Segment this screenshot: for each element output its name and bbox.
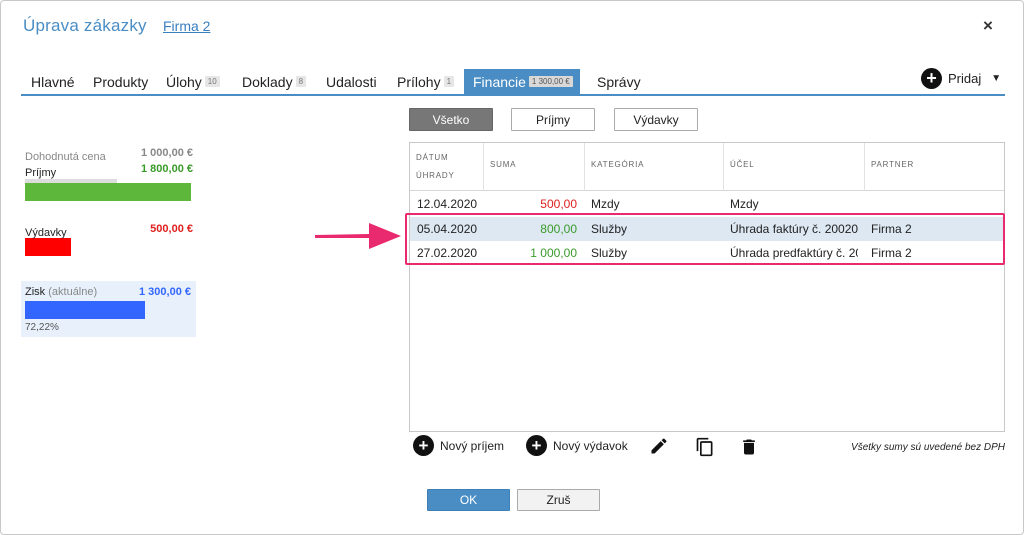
edit-pencil-icon[interactable] [649, 436, 669, 456]
profit-label: Zisk [25, 286, 46, 298]
new-income-button[interactable]: + Nový príjem [413, 435, 504, 456]
tab-hlavne[interactable]: Hlavné [31, 69, 75, 94]
cell-date: 12.04.2020 [417, 197, 478, 211]
dialog: Úprava zákazky Firma 2 × Hlavné Produkty… [0, 0, 1024, 535]
profit-percent: 72,22% [25, 322, 59, 333]
plus-circle-icon: + [921, 67, 942, 89]
tab-prilohy[interactable]: Prílohy 1 [397, 69, 455, 94]
copy-icon[interactable] [695, 436, 715, 458]
add-menu-label: Pridaj [948, 70, 982, 86]
column-header-amount[interactable]: SUMA [484, 143, 585, 191]
new-income-label: Nový príjem [440, 438, 505, 453]
filter-income-button[interactable]: Príjmy [511, 108, 595, 131]
column-header-purpose[interactable]: ÚČEL [724, 143, 865, 191]
income-label: Príjmy [25, 167, 57, 179]
tab-label: Produkty [93, 74, 149, 90]
tab-label: Úlohy [166, 74, 202, 90]
tab-produkty[interactable]: Produkty [93, 69, 148, 94]
add-menu-button[interactable]: + Pridaj ▼ [921, 67, 1001, 89]
grid-toolbar: + Nový príjem + Nový výdavok Všetky sumy… [411, 435, 1005, 459]
tab-label: Prílohy [397, 74, 441, 90]
column-header-category[interactable]: KATEGÓRIA [585, 143, 724, 191]
tab-financie[interactable]: Financie 1 300,00 € [464, 69, 580, 94]
column-header-date-line2: ÚHRADY [416, 171, 455, 180]
tab-label: Financie [473, 74, 526, 90]
plus-circle-icon: + [413, 435, 434, 456]
agreed-price-bar [25, 179, 117, 183]
grid-header: DÁTUM ÚHRADY SUMA KATEGÓRIA ÚČEL PARTNER [410, 143, 1004, 191]
tab-bar: Hlavné Produkty Úlohy 10 Doklady 8 Udalost… [21, 69, 1005, 96]
tab-label: Hlavné [31, 74, 75, 90]
plus-circle-icon: + [526, 435, 547, 456]
delete-trash-icon[interactable] [739, 436, 759, 458]
tab-badge: 1 300,00 € [528, 76, 573, 87]
tab-spravy[interactable]: Správy [597, 69, 641, 94]
profit-box: Zisk (aktuálne) 1 300,00 € 72,22% [21, 281, 196, 337]
new-expense-label: Nový výdavok [553, 438, 628, 453]
profit-bar [25, 301, 145, 319]
agreed-price-label: Dohodnutá cena [25, 151, 106, 163]
agreed-price-value: 1 000,00 € [141, 147, 193, 159]
close-icon[interactable]: × [983, 16, 993, 36]
tab-label: Správy [597, 74, 641, 90]
vat-note: Všetky sumy sú uvedené bez DPH [851, 442, 1005, 453]
tab-badge: 1 [443, 76, 455, 87]
annotation-highlight [405, 213, 1005, 265]
tab-badge: 10 [204, 76, 220, 87]
filter-all-button[interactable]: Všetko [409, 108, 493, 131]
cancel-button[interactable]: Zruš [517, 489, 600, 511]
transactions-grid: DÁTUM ÚHRADY SUMA KATEGÓRIA ÚČEL PARTNER… [409, 142, 1005, 432]
profit-value: 1 300,00 € [139, 286, 191, 298]
column-header-partner[interactable]: PARTNER [865, 143, 1004, 191]
tab-label: Udalosti [326, 74, 377, 90]
profit-sublabel: (aktuálne) [48, 286, 98, 298]
income-bar [25, 183, 191, 201]
expense-bar [25, 238, 71, 256]
tab-udalosti[interactable]: Udalosti [326, 69, 377, 94]
new-expense-button[interactable]: + Nový výdavok [526, 435, 628, 456]
expense-value: 500,00 € [150, 223, 193, 235]
profit-label-group: Zisk (aktuálne) [25, 286, 97, 298]
filter-expense-button[interactable]: Výdavky [614, 108, 698, 131]
cell-category: Mzdy [591, 197, 620, 211]
tab-doklady[interactable]: Doklady 8 [242, 69, 307, 94]
column-header-date-line1: DÁTUM [416, 153, 449, 162]
customer-link[interactable]: Firma 2 [163, 18, 210, 34]
cell-purpose: Mzdy [730, 197, 759, 211]
income-value: 1 800,00 € [141, 163, 193, 175]
caret-down-icon: ▼ [991, 72, 1002, 84]
column-header-date[interactable]: DÁTUM ÚHRADY [410, 143, 484, 191]
ok-button[interactable]: OK [427, 489, 510, 511]
tab-badge: 8 [295, 76, 307, 87]
tab-ulohy[interactable]: Úlohy 10 [166, 69, 220, 94]
annotation-arrow-icon [315, 223, 401, 249]
expense-label: Výdavky [25, 227, 67, 239]
finance-summary: Dohodnutá cena 1 000,00 € Príjmy 1 800,0… [25, 147, 193, 256]
dialog-title: Úprava zákazky [23, 16, 147, 35]
cell-amount: 500,00 [540, 197, 577, 211]
tab-label: Doklady [242, 74, 293, 90]
